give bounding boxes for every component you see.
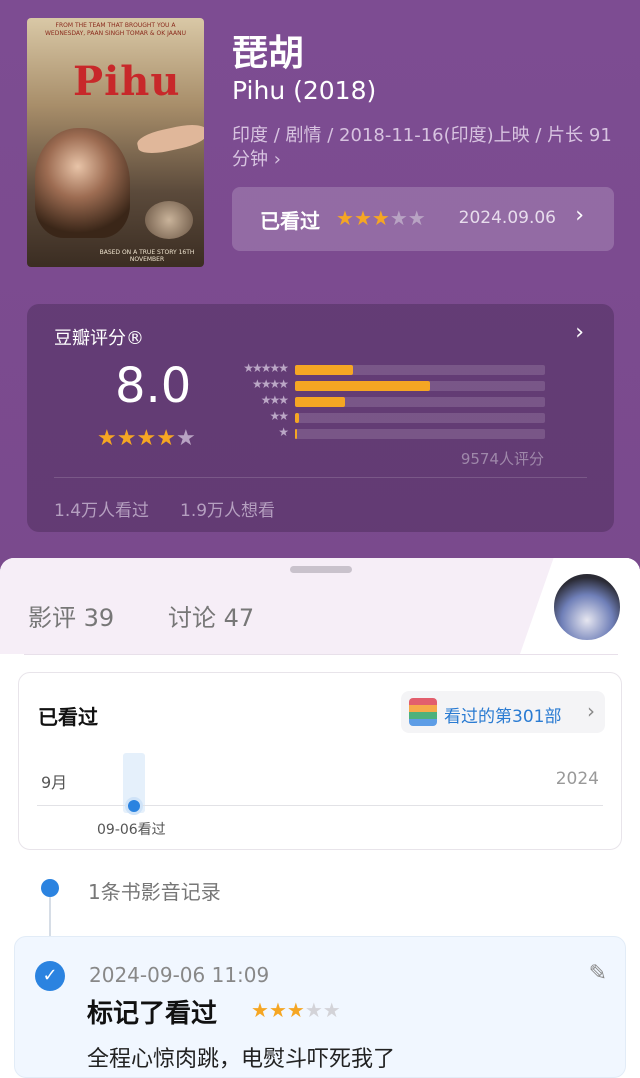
timeline-date-label: 09-06看过: [97, 822, 166, 838]
divider: [54, 477, 587, 478]
star-icon: ★: [116, 426, 137, 451]
dist-fill: [295, 365, 353, 375]
movie-poster[interactable]: FROM THE TEAM THAT BROUGHT YOU A WEDNESD…: [27, 18, 204, 267]
rating-count: 9574人评分: [460, 450, 544, 468]
star-icon: ★: [136, 426, 157, 451]
star-empty-icon: ★: [322, 998, 341, 1022]
record-comment: 全程心惊肉跳，电熨斗吓死我了: [87, 1047, 396, 1072]
dist-row-2: ★★: [225, 409, 545, 426]
rating-stars: ★★★★★: [97, 426, 196, 451]
star-empty-icon: ★: [389, 206, 408, 230]
rating-score: 8.0: [115, 358, 192, 414]
star-icon: ★: [251, 998, 269, 1022]
dist-track: [295, 413, 545, 423]
dist-fill: [295, 397, 345, 407]
collection-box-icon: [409, 698, 437, 726]
poster-title: Pihu: [73, 58, 181, 105]
poster-girl: [35, 128, 130, 238]
poster-bottom-text: BASED ON A TRUE STORY 16TH NOVEMBER: [99, 249, 195, 263]
poster-hand: [135, 120, 204, 158]
dist-label: ★★★: [260, 393, 289, 407]
movie-header: FROM THE TEAM THAT BROUGHT YOU A WEDNESD…: [0, 0, 640, 575]
dist-fill: [295, 429, 297, 439]
poster-teddy-bear: [145, 201, 193, 239]
movie-title: 琵胡: [232, 33, 305, 74]
star-icon: ★: [156, 426, 176, 451]
dist-label: ★★: [269, 409, 289, 423]
dist-row-4: ★★★★: [225, 377, 545, 394]
star-icon: ★: [353, 206, 372, 230]
rating-label: 豆瓣评分®: [54, 328, 144, 349]
star-icon: ★: [268, 998, 287, 1022]
tab-discussions[interactable]: 讨论 47: [168, 598, 254, 633]
watched-card: 已看过 看过的第301部 › 9月 2024 09-06看过: [18, 672, 622, 850]
bottom-sheet: 影评 39 讨论 47 已看过 看过的第301部 › 9月 2024 09-06…: [0, 558, 640, 1078]
pencil-icon[interactable]: ✎: [589, 961, 607, 986]
record-stars: ★★★★★: [251, 998, 341, 1022]
timeline-bullet: [41, 879, 59, 897]
dist-track: [295, 381, 545, 391]
star-empty-icon: ★: [304, 998, 323, 1022]
timeline-year: 2024: [555, 769, 599, 789]
dist-track: [295, 429, 545, 439]
avatar[interactable]: [552, 572, 622, 642]
dist-track: [295, 397, 545, 407]
star-empty-icon: ★: [407, 206, 426, 230]
poster-top-text: FROM THE TEAM THAT BROUGHT YOU A WEDNESD…: [44, 22, 187, 37]
dist-row-1: ★: [225, 425, 545, 442]
record-title: 标记了看过: [87, 999, 218, 1029]
my-status-bar[interactable]: 已看过 ★★★★★ 2024.09.06 ›: [232, 187, 614, 251]
tab-divider: [24, 654, 618, 655]
dist-label: ★★★★★: [243, 361, 289, 375]
watched-count-text: 看过的第301部: [444, 707, 562, 727]
watched-card-title: 已看过: [38, 705, 98, 729]
watched-count-button[interactable]: 看过的第301部 ›: [401, 691, 605, 733]
dist-label: ★★★★: [251, 377, 289, 391]
dist-fill: [295, 381, 430, 391]
my-status-date: 2024.09.06: [458, 208, 556, 228]
star-icon: ★: [371, 206, 390, 230]
timeline-month: 9月: [41, 773, 68, 792]
movie-meta[interactable]: 印度 / 剧情 / 2018-11-16(印度)上映 / 片长 91分钟 ›: [232, 124, 612, 172]
tab-reviews[interactable]: 影评 39: [28, 598, 114, 633]
record-card[interactable]: ✓ 2024-09-06 11:09 ✎ 标记了看过 ★★★★★ 全程心惊肉跳，…: [14, 936, 626, 1078]
star-empty-icon: ★: [175, 426, 196, 451]
record-summary: 1条书影音记录: [88, 880, 221, 904]
dist-row-5: ★★★★★: [225, 361, 545, 378]
chevron-right-icon: ›: [575, 320, 584, 345]
record-datetime: 2024-09-06 11:09: [89, 963, 270, 987]
star-icon: ★: [97, 426, 117, 451]
dist-row-3: ★★★: [225, 393, 545, 410]
chevron-right-icon: ›: [587, 699, 595, 723]
star-icon: ★: [336, 206, 354, 230]
check-icon: ✓: [35, 961, 65, 991]
douban-rating-card[interactable]: 豆瓣评分® › 8.0 ★★★★★ ★★★★★ ★★★★ ★★★ ★★ ★ 95…: [27, 304, 614, 532]
chevron-right-icon: ›: [575, 203, 584, 228]
drag-handle[interactable]: [290, 566, 352, 573]
dist-track: [295, 365, 545, 375]
star-icon: ★: [286, 998, 305, 1022]
rating-distribution: ★★★★★ ★★★★ ★★★ ★★ ★: [225, 361, 545, 442]
seen-count[interactable]: 1.4万人看过: [54, 496, 149, 521]
timeline-axis: [37, 805, 603, 806]
want-count[interactable]: 1.9万人想看: [180, 496, 275, 521]
my-rating-stars: ★★★★★: [336, 206, 426, 230]
dist-label: ★: [278, 425, 289, 439]
dist-fill: [295, 413, 299, 423]
movie-original-title: Pihu (2018): [232, 76, 377, 105]
timeline-dot[interactable]: [125, 797, 143, 815]
my-status-label: 已看过: [260, 209, 320, 233]
